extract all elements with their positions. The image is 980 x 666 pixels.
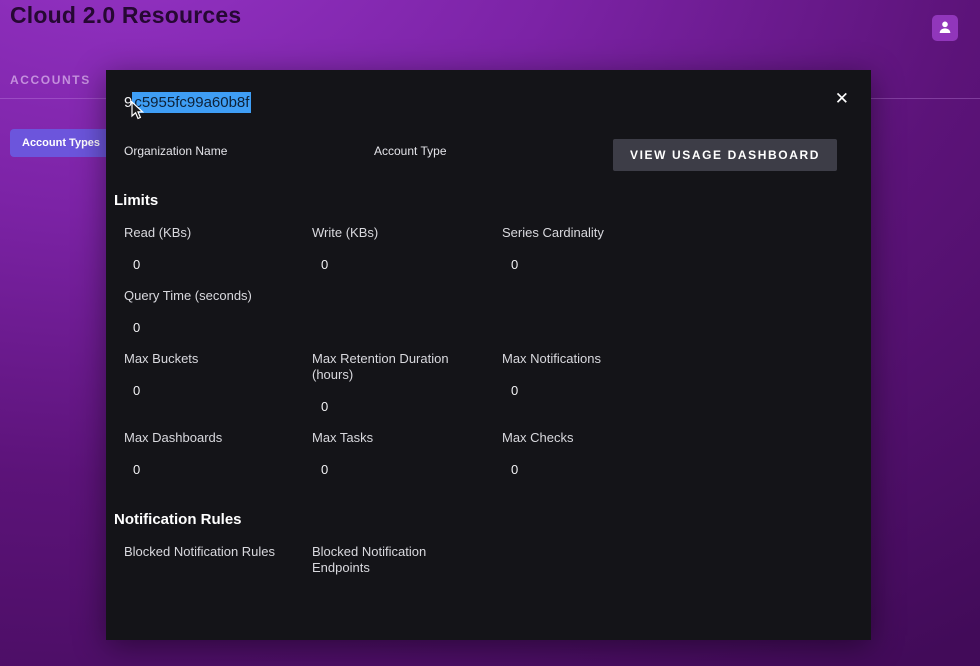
notif-field-blocked-endpoints: Blocked Notification Endpoints	[312, 544, 502, 592]
field-value: 0	[133, 257, 141, 272]
field-label: Read (KBs)	[124, 225, 192, 240]
organization-name-label: Organization Name	[124, 144, 228, 158]
field-value: 0	[511, 383, 519, 398]
avatar-button[interactable]	[932, 15, 958, 41]
modal-header-labels: Organization Name Account Type	[124, 144, 447, 158]
limits-section-title: Limits	[114, 192, 159, 209]
field-value: 0	[133, 462, 141, 477]
notif-field-blocked-rules: Blocked Notification Rules	[124, 544, 312, 576]
field-label: Series Cardinality	[502, 225, 604, 240]
account-id-selected-text: c5955fc99a60b8f	[132, 92, 252, 113]
limit-field-write-kbs: Write (KBs) 0	[312, 225, 502, 273]
account-id-text[interactable]: 9 c5955fc99a60b8f	[124, 92, 252, 113]
account-detail-modal: 9 c5955fc99a60b8f ✕ Organization Name Acc…	[106, 70, 871, 640]
field-value: 0	[133, 320, 141, 335]
limit-field-read-kbs: Read (KBs) 0	[124, 225, 312, 273]
field-label: Blocked Notification Rules	[124, 544, 276, 559]
notification-rules-grid: Blocked Notification Rules Blocked Notif…	[124, 544, 853, 592]
field-label: Max Tasks	[312, 430, 374, 445]
field-label: Max Buckets	[124, 351, 199, 366]
field-label: Max Notifications	[502, 351, 601, 366]
field-value: 0	[321, 399, 329, 414]
field-label: Max Checks	[502, 430, 574, 445]
field-label: Query Time (seconds)	[124, 288, 252, 303]
limit-field-max-tasks: Max Tasks 0	[312, 430, 502, 478]
modal-body: Limits Read (KBs) 0 Write (KBs) 0 Series…	[106, 192, 871, 592]
limit-field-query-time: Query Time (seconds) 0	[124, 288, 312, 336]
limit-field-max-retention-duration: Max Retention Duration (hours) 0	[312, 351, 502, 415]
field-label: Write (KBs)	[312, 225, 379, 240]
field-label: Max Dashboards	[124, 430, 223, 445]
view-usage-dashboard-button[interactable]: VIEW USAGE DASHBOARD	[612, 139, 837, 171]
field-label: Max Retention Duration (hours)	[312, 351, 449, 382]
limit-field-max-notifications: Max Notifications 0	[502, 351, 853, 399]
field-value: 0	[321, 257, 329, 272]
field-label: Blocked Notification Endpoints	[312, 544, 427, 575]
field-value: 0	[511, 257, 519, 272]
field-value: 0	[133, 383, 141, 398]
notification-rules-section-title: Notification Rules	[114, 511, 242, 528]
account-type-label: Account Type	[374, 144, 447, 158]
limit-field-series-cardinality: Series Cardinality 0	[502, 225, 853, 273]
account-types-button[interactable]: Account Types	[10, 129, 113, 157]
close-icon[interactable]: ✕	[835, 90, 849, 107]
limit-field-max-buckets: Max Buckets 0	[124, 351, 312, 399]
field-value: 0	[321, 462, 329, 477]
field-value: 0	[511, 462, 519, 477]
limit-field-max-dashboards: Max Dashboards 0	[124, 430, 312, 478]
limit-field-max-checks: Max Checks 0	[502, 430, 853, 478]
tab-accounts[interactable]: ACCOUNTS	[10, 73, 91, 87]
page-title: Cloud 2.0 Resources	[10, 2, 242, 28]
person-icon	[937, 19, 953, 38]
page: { "header": { "title": "Cloud 2.0 Resour…	[0, 0, 980, 666]
limits-grid: Read (KBs) 0 Write (KBs) 0 Series Cardin…	[124, 225, 853, 478]
